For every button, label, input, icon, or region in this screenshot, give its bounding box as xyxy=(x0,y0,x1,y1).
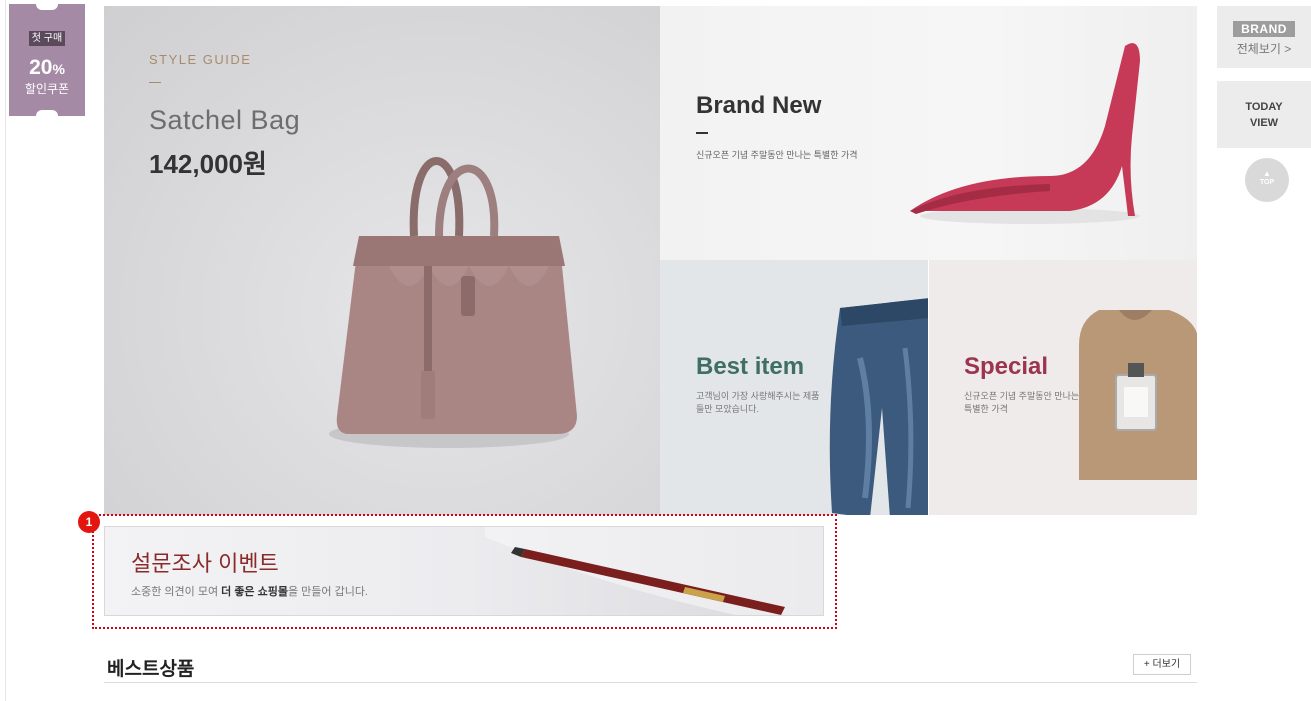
today-view-line2: VIEW xyxy=(1249,117,1279,129)
hero-banner-satchel-bag[interactable]: STYLE GUIDE Satchel Bag 142,000원 xyxy=(104,6,660,515)
hero-kicker: STYLE GUIDE xyxy=(149,52,252,67)
coupon-percent-value: 20 xyxy=(29,56,53,79)
coupon-notch-bottom xyxy=(36,110,58,116)
brand-badge: BRAND xyxy=(1233,21,1295,37)
best-item-banner[interactable]: Best item 고객님이 가장 사랑해주시는 제품들만 모았습니다. xyxy=(660,260,928,515)
brand-new-dash xyxy=(696,132,708,134)
brand-all-button[interactable]: BRAND 전체보기 > xyxy=(1217,6,1311,68)
coupon-notch-top xyxy=(36,4,58,10)
annotation-marker: 1 xyxy=(78,511,100,533)
survey-desc-post: 을 만들어 갑니다. xyxy=(287,586,368,598)
survey-desc-pre: 소중한 의견이 모여 xyxy=(131,586,222,598)
survey-desc: 소중한 의견이 모여 더 좋은 쇼핑몰을 만들어 갑니다. xyxy=(131,583,368,599)
brand-view-all-link: 전체보기 > xyxy=(1236,42,1292,56)
brand-new-title: Brand New xyxy=(696,92,822,119)
special-desc: 신규오픈 기념 주말동안 만나는 특별한 가격 xyxy=(964,391,1080,414)
more-button[interactable]: + 더보기 xyxy=(1133,654,1191,675)
survey-title: 설문조사 이벤트 xyxy=(131,551,279,576)
best-products-title: 베스트상품 xyxy=(107,659,195,680)
coupon-label: 할인쿠폰 xyxy=(24,82,70,96)
best-item-desc: 고객님이 가장 사랑해주시는 제품들만 모았습니다. xyxy=(696,391,820,414)
brand-new-desc: 신규오픈 기념 주말동안 만나는 특별한 가격 xyxy=(696,150,858,160)
special-title: Special xyxy=(964,353,1049,380)
top-label: TOP xyxy=(1259,179,1275,186)
survey-event-banner[interactable]: 설문조사 이벤트 소중한 의견이 모여 더 좋은 쇼핑몰을 만들어 갑니다. xyxy=(104,526,824,616)
hero-price: 142,000원 xyxy=(149,149,267,179)
coupon-percent: 20% xyxy=(9,56,85,81)
today-view-line1: TODAY xyxy=(1245,101,1283,113)
pen-image xyxy=(485,527,823,615)
best-item-title: Best item xyxy=(696,353,805,380)
jeans-image xyxy=(829,298,928,515)
first-purchase-coupon[interactable]: 첫 구매 20% 할인쿠폰 xyxy=(9,4,85,116)
chevron-up-icon: ▲ xyxy=(1263,169,1271,178)
red-heel-image xyxy=(910,43,1140,224)
today-view-button[interactable]: TODAY VIEW xyxy=(1217,81,1311,148)
hero-title: Satchel Bag xyxy=(149,105,301,135)
special-banner[interactable]: Special 신규오픈 기념 주말동안 만나는 특별한 가격 xyxy=(929,260,1197,515)
scroll-top-button[interactable]: ▲ TOP xyxy=(1245,158,1289,202)
hero-dash xyxy=(149,82,161,83)
left-divider xyxy=(5,0,6,701)
best-products-divider xyxy=(104,682,1197,683)
satchel-bag-image xyxy=(329,157,577,448)
survey-desc-bold: 더 좋은 쇼핑몰 xyxy=(221,586,288,598)
coupon-percent-sign: % xyxy=(52,61,65,77)
sweater-perfume-image xyxy=(1079,310,1197,480)
brand-new-banner[interactable]: Brand New 신규오픈 기념 주말동안 만나는 특별한 가격 xyxy=(660,6,1197,260)
coupon-tag: 첫 구매 xyxy=(29,31,65,46)
